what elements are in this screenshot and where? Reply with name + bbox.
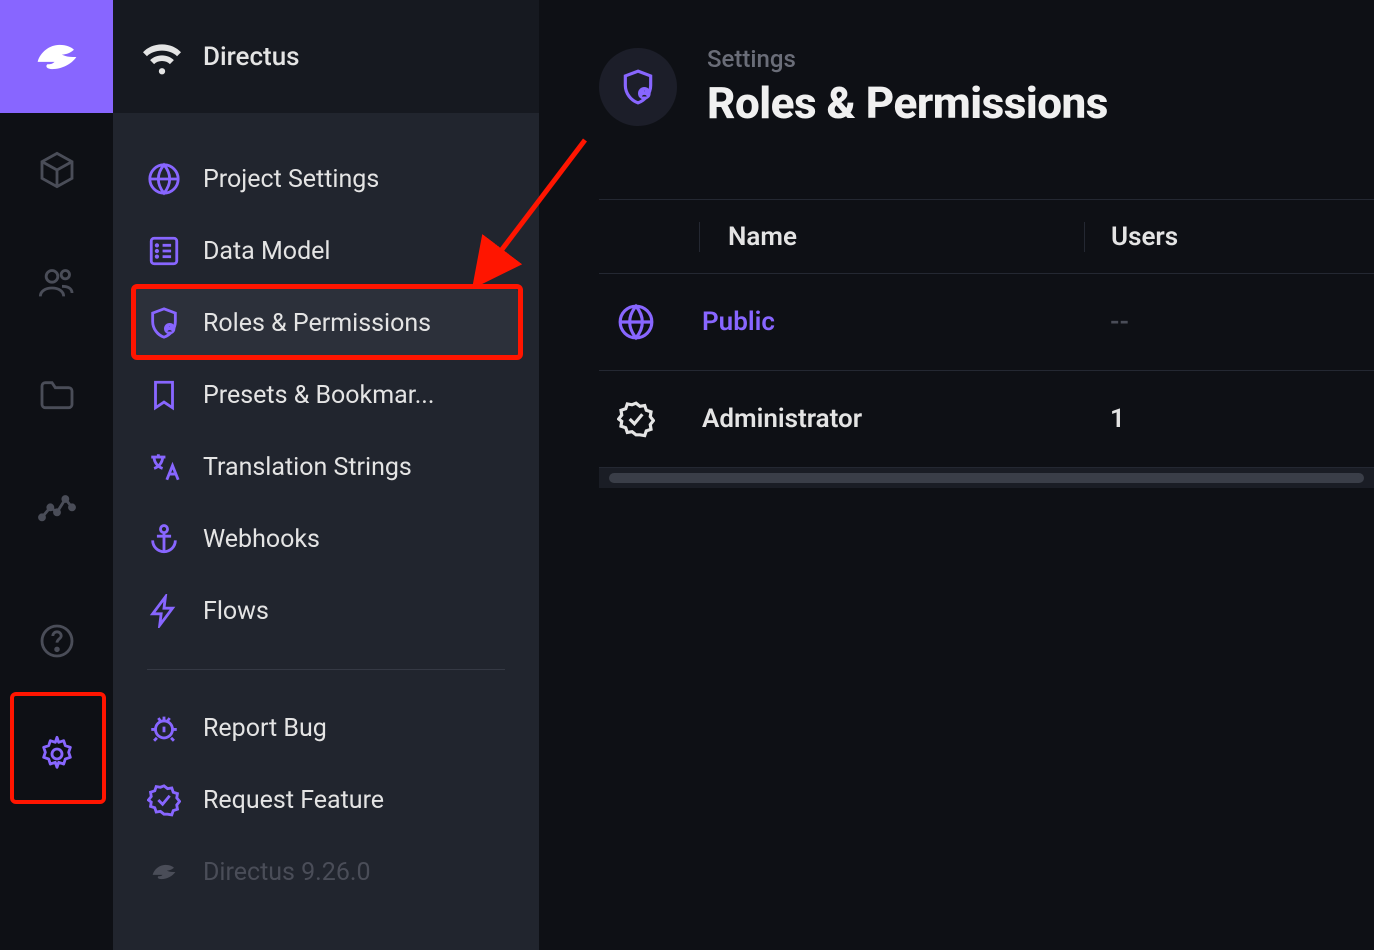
settings-sidebar: Directus Project Settings Data Model Rol… [113, 0, 539, 950]
verified-badge-icon [617, 400, 655, 438]
nav-roles-permissions[interactable]: Roles & Permissions [133, 287, 519, 359]
version-label: Directus 9.26.0 [203, 858, 371, 887]
rail-content-module[interactable] [0, 113, 113, 226]
table-row[interactable]: Public -- [599, 274, 1374, 371]
nav-label: Webhooks [203, 525, 320, 554]
row-icon [617, 400, 699, 438]
verified-badge-icon [147, 783, 181, 817]
sidebar-title: Directus [203, 42, 300, 72]
scrollbar-thumb[interactable] [609, 473, 1364, 483]
column-header-name[interactable]: Name [699, 222, 1084, 252]
nav-translation-strings[interactable]: Translation Strings [133, 431, 519, 503]
translate-icon [147, 450, 181, 484]
role-users-count: -- [1084, 307, 1374, 337]
list-box-icon [147, 234, 181, 268]
globe-icon [617, 303, 655, 341]
shield-user-icon [619, 68, 657, 106]
role-name: Public [699, 307, 1084, 337]
nav-label: Data Model [203, 237, 331, 266]
nav-data-model[interactable]: Data Model [133, 215, 519, 287]
sidebar-nav: Project Settings Data Model Roles & Perm… [113, 113, 539, 950]
bug-icon [147, 711, 181, 745]
wifi-icon [143, 38, 181, 76]
table-header-row: Name Users [599, 199, 1374, 274]
nav-request-feature[interactable]: Request Feature [133, 764, 519, 836]
sidebar-header: Directus [113, 0, 539, 113]
column-header-users[interactable]: Users [1084, 222, 1374, 252]
rail-docs-module[interactable] [0, 584, 113, 697]
horizontal-scrollbar[interactable] [599, 468, 1374, 488]
row-icon [617, 303, 699, 341]
breadcrumb[interactable]: Settings [707, 45, 1108, 73]
module-rail [0, 0, 113, 950]
nav-flows[interactable]: Flows [133, 575, 519, 647]
rail-users-module[interactable] [0, 226, 113, 339]
nav-label: Translation Strings [203, 453, 412, 482]
rail-settings-module[interactable] [0, 697, 113, 810]
nav-webhooks[interactable]: Webhooks [133, 503, 519, 575]
rail-files-module[interactable] [0, 339, 113, 452]
nav-label: Report Bug [203, 714, 327, 743]
nav-label: Flows [203, 597, 269, 626]
shield-user-icon [147, 306, 181, 340]
page-title: Roles & Permissions [707, 77, 1108, 129]
page-header: Settings Roles & Permissions [599, 45, 1374, 129]
bolt-icon [147, 594, 181, 628]
nav-report-bug[interactable]: Report Bug [133, 692, 519, 764]
brand-logo[interactable] [0, 0, 113, 113]
rail-insights-module[interactable] [0, 452, 113, 565]
nav-presets-bookmarks[interactable]: Presets & Bookmar... [133, 359, 519, 431]
nav-label: Request Feature [203, 786, 384, 815]
nav-divider [147, 669, 505, 670]
nav-version: Directus 9.26.0 [133, 836, 519, 908]
globe-icon [147, 162, 181, 196]
rabbit-icon [147, 855, 181, 889]
role-users-count: 1 [1084, 404, 1374, 434]
roles-table: Name Users Public -- Administrator 1 [599, 199, 1374, 488]
nav-label: Presets & Bookmar... [203, 381, 435, 410]
nav-label: Roles & Permissions [203, 309, 431, 338]
role-name: Administrator [699, 404, 1084, 434]
nav-label: Project Settings [203, 165, 379, 194]
page-header-icon [599, 48, 677, 126]
nav-project-settings[interactable]: Project Settings [133, 143, 519, 215]
bookmark-icon [147, 378, 181, 412]
table-row[interactable]: Administrator 1 [599, 371, 1374, 468]
anchor-icon [147, 522, 181, 556]
main-content: Settings Roles & Permissions Name Users … [539, 0, 1374, 950]
